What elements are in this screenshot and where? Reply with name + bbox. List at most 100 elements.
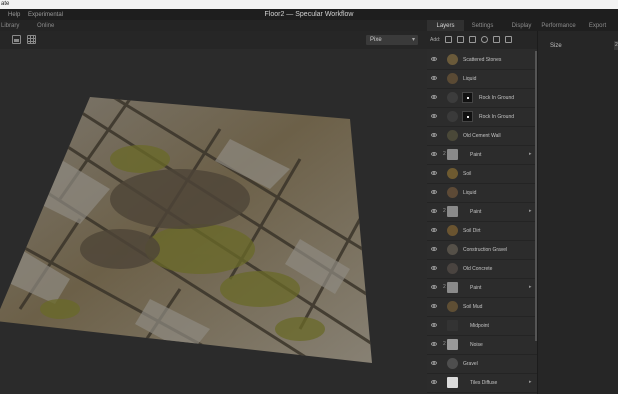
window-title: Floor2 — Specular Workflow [264, 11, 354, 18]
add-adjustment-icon[interactable] [493, 36, 500, 43]
layer-name: Gravel [463, 361, 478, 367]
add-layer-icon[interactable] [445, 36, 452, 43]
layer-row[interactable]: 2 Paint ▸ [427, 203, 537, 222]
eye-icon[interactable] [431, 95, 437, 99]
layer-row[interactable]: Gravel [427, 355, 537, 374]
eye-icon[interactable] [431, 57, 437, 61]
tab-settings[interactable]: Settings [464, 20, 501, 31]
layer-name: Tiles Diffuse [470, 380, 498, 386]
layer-thumbnail [447, 54, 458, 65]
right-tab-bar: Layers Settings Display Performance Expo… [427, 20, 618, 31]
layer-row[interactable]: 2 Paint ▸ [427, 146, 537, 165]
add-fill-icon[interactable] [469, 36, 476, 43]
layer-name: Old Concrete [463, 266, 493, 272]
grid-icon[interactable] [27, 35, 36, 44]
add-label: Add: [430, 37, 441, 43]
layer-thumbnail [447, 168, 458, 179]
add-image-icon[interactable] [505, 36, 512, 43]
layer-row[interactable]: Construction Gravel [427, 241, 537, 260]
layer-row[interactable]: Rock In Ground [427, 108, 537, 127]
layer-expander[interactable]: 2 [443, 208, 446, 214]
layer-name: Liquid [463, 76, 477, 82]
layer-thumbnail [447, 263, 458, 274]
chevron-right-icon[interactable]: ▸ [529, 284, 532, 290]
layer-row[interactable]: Soil Dirt [427, 222, 537, 241]
layer-row[interactable]: Midpoint [427, 317, 537, 336]
material-preview-plane[interactable] [0, 49, 427, 394]
os-title-strip: ate [0, 0, 618, 9]
tab-performance[interactable]: Performance [540, 20, 577, 31]
layer-mask-thumbnail[interactable] [462, 111, 473, 122]
layer-name: Paint [470, 285, 482, 291]
layer-thumbnail [447, 377, 458, 388]
eye-icon[interactable] [431, 361, 437, 365]
layer-row[interactable]: Soil [427, 165, 537, 184]
layer-thumbnail [447, 301, 458, 312]
eye-icon[interactable] [431, 76, 437, 80]
eye-icon[interactable] [431, 342, 437, 346]
tab-display[interactable]: Display [503, 20, 540, 31]
properties-panel: Size 2 [537, 31, 618, 394]
menu-bar: Help Experimental Floor2 — Specular Work… [0, 9, 618, 20]
layer-expander[interactable]: 2 [443, 341, 446, 347]
chevron-right-icon[interactable]: ▸ [529, 151, 532, 157]
layer-name: Rock In Ground [479, 95, 515, 101]
layer-name: Scattered Stones [463, 57, 502, 63]
layer-thumbnail [447, 130, 458, 141]
layer-row[interactable]: Liquid [427, 184, 537, 203]
eye-icon[interactable] [431, 114, 437, 118]
add-liquid-icon[interactable] [481, 36, 488, 43]
eye-icon[interactable] [431, 323, 437, 327]
layer-name: Soil [463, 171, 472, 177]
layer-row[interactable]: Soil Mud [427, 298, 537, 317]
size-label: Size [550, 43, 562, 49]
eye-icon[interactable] [431, 190, 437, 194]
layer-name: Liquid [463, 190, 477, 196]
layer-name: Paint [470, 152, 482, 158]
layer-thumbnail [447, 320, 458, 331]
eye-icon[interactable] [431, 380, 437, 384]
add-group-icon[interactable] [457, 36, 464, 43]
eye-icon[interactable] [431, 247, 437, 251]
tab-online[interactable]: Online [37, 23, 54, 29]
layer-name: Soil Mud [463, 304, 483, 310]
layer-name: Paint [470, 209, 482, 215]
layer-row[interactable]: Scattered Stones [427, 51, 537, 70]
eye-icon[interactable] [431, 266, 437, 270]
eye-icon[interactable] [431, 228, 437, 232]
frame-icon[interactable] [12, 35, 21, 44]
chevron-right-icon[interactable]: ▸ [529, 208, 532, 214]
tab-export[interactable]: Export [579, 20, 616, 31]
layer-row[interactable]: Rock In Ground [427, 89, 537, 108]
layer-thumbnail [447, 225, 458, 236]
layer-expander[interactable]: 2 [443, 284, 446, 290]
layer-row[interactable]: 2 Paint ▸ [427, 279, 537, 298]
layer-row[interactable]: Old Cement Wall [427, 127, 537, 146]
viewport-3d[interactable]: Pixe ▾ [0, 31, 427, 394]
eye-icon[interactable] [431, 133, 437, 137]
tab-library[interactable]: Library [1, 23, 19, 29]
layer-thumbnail [447, 111, 458, 122]
size-input[interactable]: 2 [614, 41, 618, 50]
layers-panel: Add: Scattered Stones Liquid Rock In Groun… [427, 31, 537, 394]
layer-mask-thumbnail[interactable] [462, 92, 473, 103]
eye-icon[interactable] [431, 285, 437, 289]
eye-icon[interactable] [431, 209, 437, 213]
right-panel: Layers Settings Display Performance Expo… [427, 20, 618, 394]
eye-icon[interactable] [431, 171, 437, 175]
layer-expander[interactable]: 2 [443, 151, 446, 157]
render-mode-dropdown[interactable]: Pixe ▾ [366, 35, 418, 45]
layer-thumbnail [447, 187, 458, 198]
layer-row[interactable]: Old Concrete [427, 260, 537, 279]
eye-icon[interactable] [431, 304, 437, 308]
layer-row[interactable]: Tiles Diffuse ▸ [427, 374, 537, 393]
layer-row[interactable]: Liquid [427, 70, 537, 89]
left-tab-bar: Library Online [0, 20, 427, 31]
chevron-right-icon[interactable]: ▸ [529, 379, 532, 385]
eye-icon[interactable] [431, 152, 437, 156]
tab-layers[interactable]: Layers [427, 20, 464, 31]
layer-row[interactable]: 2 Noise [427, 336, 537, 355]
layer-name: Construction Gravel [463, 247, 508, 253]
layers-toolbar: Add: [427, 31, 537, 49]
layer-list: Scattered Stones Liquid Rock In Ground Rock… [427, 51, 537, 393]
